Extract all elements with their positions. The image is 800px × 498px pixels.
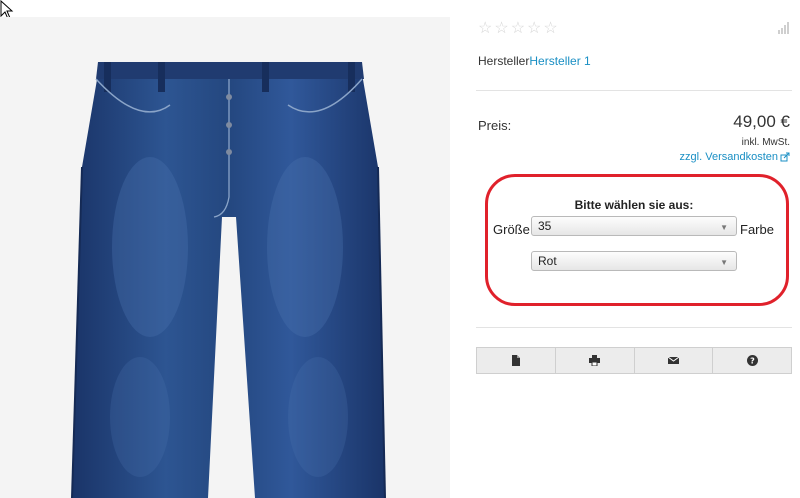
divider xyxy=(476,327,792,328)
tax-note: inkl. MwSt. xyxy=(741,137,790,148)
variant-highlight-frame xyxy=(485,174,789,306)
size-label: Größe xyxy=(493,222,530,237)
manufacturer-link[interactable]: Hersteller 1 xyxy=(529,54,590,68)
divider xyxy=(476,90,792,91)
shipping-link[interactable]: zzgl. Versandkosten xyxy=(680,151,790,163)
svg-text:?: ? xyxy=(750,357,755,366)
print-button[interactable] xyxy=(556,348,635,373)
mail-icon xyxy=(667,356,679,364)
price-label: Preis: xyxy=(478,118,512,133)
document-icon xyxy=(512,355,521,366)
rating-stars[interactable]: ☆☆☆☆☆ xyxy=(478,18,560,38)
size-select-value: 35 xyxy=(538,219,552,233)
product-image[interactable] xyxy=(0,17,450,498)
external-link-icon xyxy=(780,152,790,162)
product-details: ☆☆☆☆☆ HerstellerHersteller 1 Preis: 49,0… xyxy=(476,0,792,498)
price-value: 49,00 € xyxy=(733,112,790,131)
color-select-value: Rot xyxy=(538,254,557,268)
size-select[interactable]: 35 ▼ xyxy=(531,216,737,236)
manufacturer-line: HerstellerHersteller 1 xyxy=(478,54,591,68)
action-bar: ? xyxy=(476,347,792,374)
shipping-link-label: zzgl. Versandkosten xyxy=(679,151,778,163)
variant-title: Bitte wählen sie aus: xyxy=(574,198,694,212)
signal-bars-icon xyxy=(778,22,789,34)
document-button[interactable] xyxy=(477,348,556,373)
help-button[interactable]: ? xyxy=(713,348,791,373)
chevron-down-icon: ▼ xyxy=(720,223,728,232)
color-select[interactable]: Rot ▼ xyxy=(531,251,737,271)
mail-button[interactable] xyxy=(635,348,714,373)
jeans-illustration xyxy=(71,62,386,498)
chevron-down-icon: ▼ xyxy=(720,258,728,267)
help-icon: ? xyxy=(746,355,758,366)
manufacturer-label: Hersteller xyxy=(478,54,530,68)
color-label: Farbe xyxy=(740,222,774,237)
print-icon xyxy=(589,355,601,366)
